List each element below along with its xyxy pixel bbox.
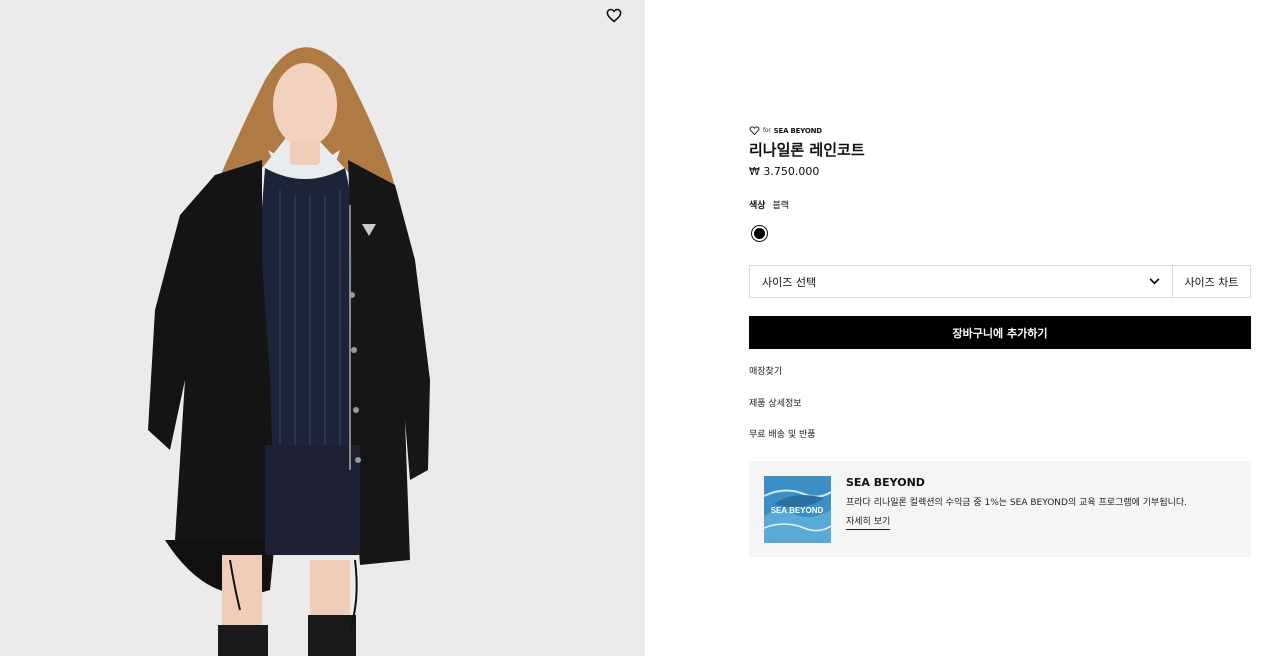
partner-for-text: for [763, 127, 771, 134]
product-details-link[interactable]: 제품 상세정보 [749, 396, 802, 409]
color-info: 색상 블랙 [749, 198, 789, 211]
sea-thumb-text: SEA BEYOND [771, 506, 824, 515]
product-image-panel [0, 0, 645, 656]
add-to-cart-label: 장바구니에 추가하기 [952, 326, 1048, 340]
wishlist-button[interactable] [606, 8, 628, 30]
color-swatch-black[interactable] [751, 225, 768, 242]
sea-beyond-description: 프라다 리나일론 컬렉션의 수익금 중 1%는 SEA BEYOND의 교육 프… [846, 498, 1188, 508]
shipping-returns-link[interactable]: 무료 배송 및 반품 [749, 427, 816, 440]
color-value: 블랙 [772, 201, 789, 211]
chevron-down-icon [1149, 278, 1160, 285]
size-select-label: 사이즈 선택 [762, 275, 817, 289]
size-chart-label: 사이즈 차트 [1184, 275, 1239, 289]
store-locator-link[interactable]: 매장찾기 [749, 364, 782, 377]
product-price: ₩ 3.750.000 [749, 165, 820, 178]
product-image [0, 0, 645, 656]
sea-beyond-panel: SEA BEYOND SEA BEYOND 프라다 리나일론 컬렉션의 수익금 … [749, 461, 1251, 557]
sea-beyond-thumbnail: SEA BEYOND [764, 476, 831, 543]
swatch-fill [754, 228, 765, 239]
product-title: 리나일론 레인코트 [749, 141, 865, 159]
size-select-dropdown[interactable]: 사이즈 선택 [750, 266, 1173, 297]
heart-logo-icon [749, 126, 760, 135]
partner-name: SEA BEYOND [773, 126, 822, 135]
add-to-cart-button[interactable]: 장바구니에 추가하기 [749, 316, 1251, 349]
heart-outline-icon [606, 8, 622, 23]
sea-beyond-title: SEA BEYOND [846, 476, 925, 489]
partner-badge: for SEA BEYOND [749, 126, 822, 135]
sea-beyond-more-link[interactable]: 자세히 보기 [846, 514, 891, 530]
color-label: 색상 [749, 201, 766, 211]
sea-beyond-image: SEA BEYOND [764, 476, 831, 543]
size-row: 사이즈 선택 사이즈 차트 [749, 265, 1251, 298]
size-chart-button[interactable]: 사이즈 차트 [1173, 266, 1250, 297]
